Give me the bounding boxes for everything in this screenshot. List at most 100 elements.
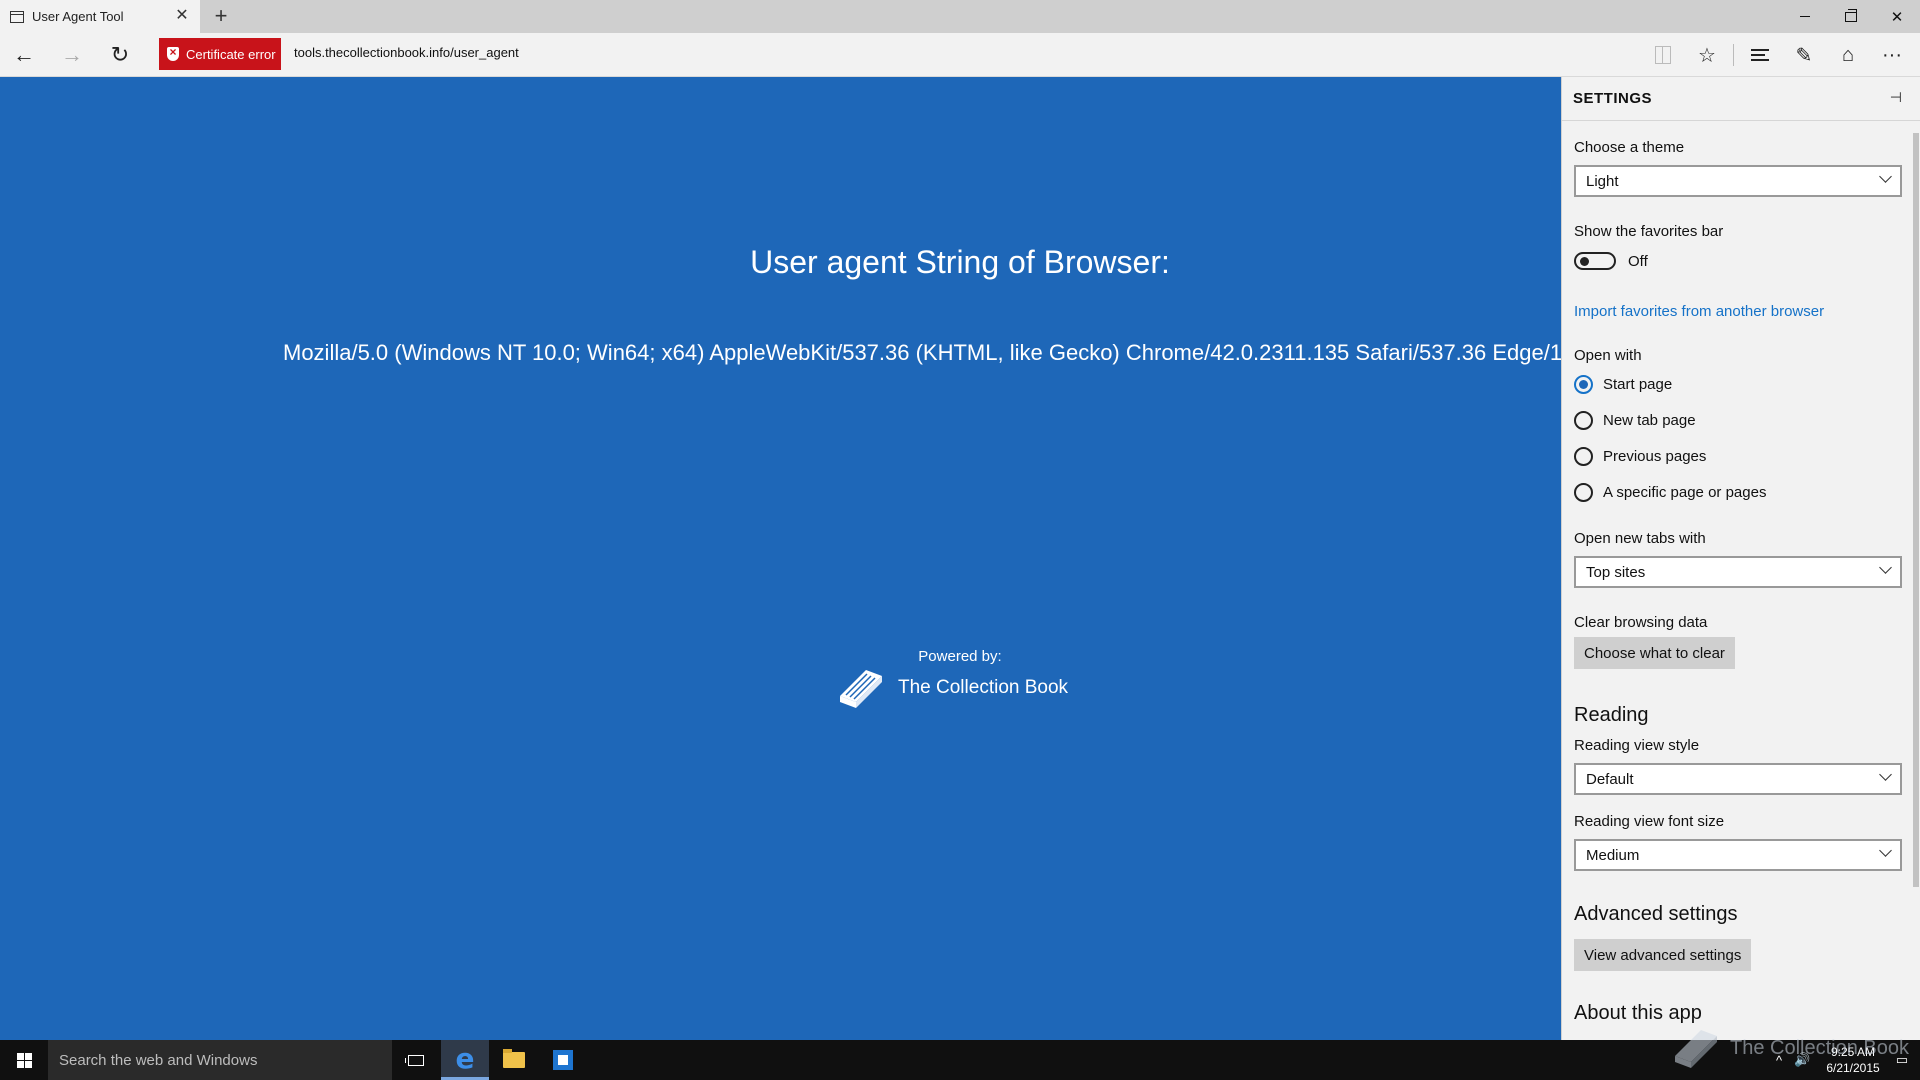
chevron-down-icon — [1879, 561, 1892, 574]
restore-icon — [1845, 8, 1857, 22]
theme-dropdown[interactable]: Light — [1574, 165, 1902, 197]
new-tabs-value: Top sites — [1586, 563, 1646, 581]
navigation-bar: ← → ↻ Certificate error tools.thecollect… — [0, 33, 1920, 77]
share-button[interactable]: ⌂ — [1826, 33, 1870, 77]
edge-taskbar-button[interactable]: e — [441, 1040, 489, 1080]
restore-button[interactable] — [1828, 0, 1874, 33]
tab-close-icon[interactable]: ✕ — [172, 6, 192, 26]
radio-button — [1574, 411, 1593, 430]
tab-title: User Agent Tool — [32, 9, 124, 24]
hub-icon — [1751, 49, 1769, 61]
reading-font-label: Reading view font size — [1574, 813, 1725, 830]
star-icon: ☆ — [1698, 44, 1716, 67]
refresh-button[interactable]: ↻ — [104, 39, 136, 71]
shield-error-icon — [167, 45, 179, 61]
start-button[interactable] — [0, 1040, 48, 1080]
forward-button[interactable]: → — [56, 39, 88, 71]
window-controls: ✕ — [1782, 0, 1920, 33]
forward-arrow-icon: → — [61, 42, 83, 67]
back-arrow-icon: ← — [13, 42, 35, 67]
settings-divider — [1562, 120, 1920, 121]
search-placeholder: Search the web and Windows — [59, 1051, 258, 1069]
new-tabs-dropdown[interactable]: Top sites — [1574, 556, 1902, 588]
page-icon — [10, 10, 24, 23]
reading-style-dropdown[interactable]: Default — [1574, 763, 1902, 795]
taskbar-search-box[interactable]: Search the web and Windows — [48, 1040, 392, 1080]
user-agent-string: Mozilla/5.0 (Windows NT 10.0; Win64; x64… — [283, 340, 1563, 365]
toolbar: ☆ ✎ ⌂ ··· — [1641, 33, 1920, 77]
tab-user-agent-tool[interactable]: User Agent Tool ✕ — [0, 0, 200, 33]
pin-icon[interactable]: ⊣ — [1890, 89, 1902, 106]
watermark-book-icon — [1675, 1030, 1717, 1068]
choose-what-to-clear-button[interactable]: Choose what to clear — [1574, 637, 1735, 669]
favorites-bar-toggle[interactable] — [1574, 252, 1616, 270]
store-icon — [553, 1050, 573, 1070]
file-explorer-button[interactable] — [490, 1040, 538, 1080]
brand-name: The Collection Book — [898, 677, 1069, 698]
refresh-icon: ↻ — [110, 42, 130, 67]
view-advanced-settings-button[interactable]: View advanced settings — [1574, 939, 1752, 971]
more-icon: ··· — [1882, 43, 1902, 66]
radio-button — [1574, 447, 1593, 466]
favorites-bar-label: Show the favorites bar — [1574, 223, 1724, 240]
back-button[interactable]: ← — [8, 39, 40, 71]
new-tab-button[interactable]: + — [208, 3, 234, 29]
chevron-down-icon — [1879, 768, 1892, 781]
favorites-bar-state: Off — [1628, 253, 1648, 270]
close-icon: ✕ — [1890, 8, 1904, 26]
radio-new-tab-page[interactable]: New tab page — [1574, 411, 1696, 430]
web-note-button[interactable]: ✎ — [1782, 33, 1826, 77]
share-icon: ⌂ — [1841, 43, 1855, 66]
store-button[interactable] — [539, 1040, 587, 1080]
reading-font-value: Medium — [1586, 846, 1640, 864]
edge-icon: e — [455, 1041, 475, 1075]
settings-scrollbar[interactable] — [1913, 133, 1919, 887]
certificate-error-badge[interactable]: Certificate error — [159, 38, 281, 70]
radio-label: Start page — [1603, 376, 1673, 393]
book-icon — [840, 670, 882, 708]
reading-style-label: Reading view style — [1574, 737, 1700, 754]
minimize-icon — [1800, 16, 1810, 17]
windows-logo-icon — [16, 1052, 32, 1068]
settings-panel: SETTINGS ⊣ Choose a theme Light Show the… — [1561, 77, 1920, 1040]
theme-label: Choose a theme — [1574, 139, 1685, 156]
radio-start-page[interactable]: Start page — [1574, 375, 1672, 394]
toggle-knob — [1580, 257, 1589, 266]
favorite-button[interactable]: ☆ — [1685, 33, 1729, 77]
more-actions-button[interactable]: ··· — [1870, 33, 1914, 77]
folder-icon — [503, 1049, 525, 1068]
radio-label: Previous pages — [1603, 448, 1707, 465]
hub-button[interactable] — [1738, 33, 1782, 77]
title-bar: User Agent Tool ✕ + ✕ — [0, 0, 1920, 33]
close-button[interactable]: ✕ — [1874, 0, 1920, 33]
radio-specific-pages[interactable]: A specific page or pages — [1574, 483, 1766, 502]
reading-heading: Reading — [1574, 704, 1649, 726]
page-content — [0, 77, 1561, 1040]
minimize-button[interactable] — [1782, 0, 1828, 33]
reading-style-value: Default — [1586, 770, 1634, 788]
brand-logo-link[interactable]: The Collection Book — [836, 664, 1068, 712]
reading-font-dropdown[interactable]: Medium — [1574, 839, 1902, 871]
chevron-down-icon — [1879, 844, 1892, 857]
new-tabs-label: Open new tabs with — [1574, 530, 1706, 547]
address-input[interactable]: tools.thecollectionbook.info/user_agent — [294, 45, 519, 60]
radio-button-checked — [1574, 375, 1593, 394]
open-with-label: Open with — [1574, 347, 1642, 364]
toolbar-divider — [1733, 44, 1734, 66]
radio-label: A specific page or pages — [1603, 484, 1767, 501]
theme-value: Light — [1586, 172, 1619, 190]
radio-button — [1574, 483, 1593, 502]
web-note-icon: ✎ — [1795, 44, 1813, 67]
about-heading: About this app — [1574, 1002, 1702, 1024]
reading-view-icon — [1655, 46, 1671, 64]
import-favorites-link[interactable]: Import favorites from another browser — [1574, 303, 1824, 320]
clear-data-label: Clear browsing data — [1574, 614, 1708, 631]
task-view-icon — [405, 1054, 424, 1066]
watermark-text: The Collection Book — [1730, 1036, 1909, 1059]
task-view-button[interactable] — [392, 1040, 440, 1080]
taskbar: Search the web and Windows e ^ 🔊 9:25 AM… — [0, 1040, 1920, 1080]
watermark: The Collection Book — [1670, 1024, 1909, 1072]
advanced-heading: Advanced settings — [1574, 903, 1738, 925]
reading-view-button[interactable] — [1641, 33, 1685, 77]
radio-previous-pages[interactable]: Previous pages — [1574, 447, 1706, 466]
